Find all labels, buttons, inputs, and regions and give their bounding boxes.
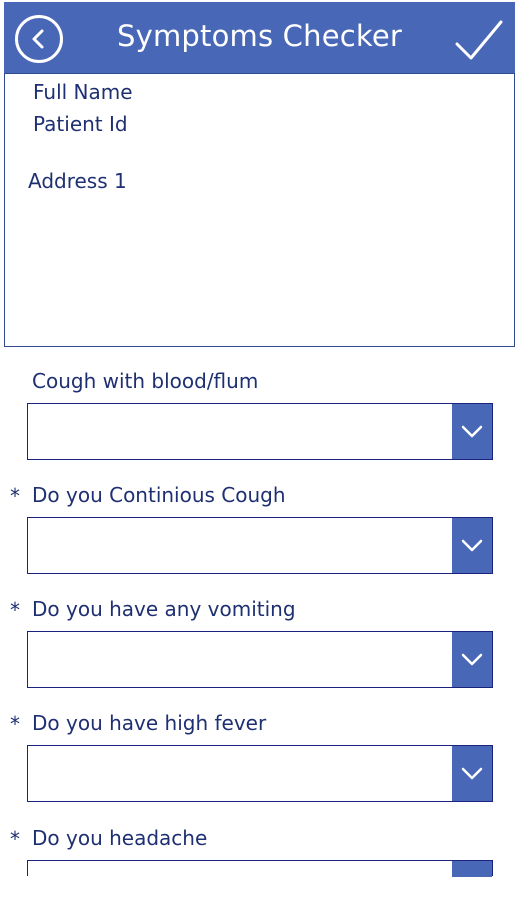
dropdown-continuous-cough[interactable] [27, 517, 493, 574]
chevron-down-icon[interactable] [452, 861, 492, 877]
confirm-button[interactable] [453, 18, 505, 64]
dropdown-cough-blood[interactable] [27, 403, 493, 460]
question-label-high-fever: Do you have high fever [32, 711, 267, 735]
full-name-label: Full Name [33, 80, 133, 104]
question-label-cough-blood: Cough with blood/flum [32, 369, 259, 393]
checkmark-icon [455, 20, 503, 60]
page-title: Symptoms Checker [116, 19, 403, 53]
dropdown-vomiting[interactable] [27, 631, 493, 688]
required-marker: * [10, 712, 20, 736]
chevron-down-icon[interactable] [452, 404, 492, 459]
chevron-down-icon[interactable] [452, 632, 492, 687]
dropdown-high-fever[interactable] [27, 745, 493, 802]
required-marker: * [10, 827, 20, 851]
required-marker: * [10, 598, 20, 622]
patient-id-label: Patient Id [33, 112, 128, 136]
chevron-down-icon[interactable] [452, 746, 492, 801]
question-label-headache: Do you headache [32, 826, 208, 850]
address-label: Address 1 [28, 169, 127, 193]
patient-info-card: Full Name Patient Id Address 1 [4, 73, 515, 347]
dropdown-headache[interactable] [27, 860, 493, 877]
required-marker: * [10, 484, 20, 508]
app-header: Symptoms Checker [4, 2, 515, 73]
chevron-down-icon[interactable] [452, 518, 492, 573]
question-label-vomiting: Do you have any vomiting [32, 597, 296, 621]
question-label-continuous-cough: Do you Continious Cough [32, 483, 286, 507]
